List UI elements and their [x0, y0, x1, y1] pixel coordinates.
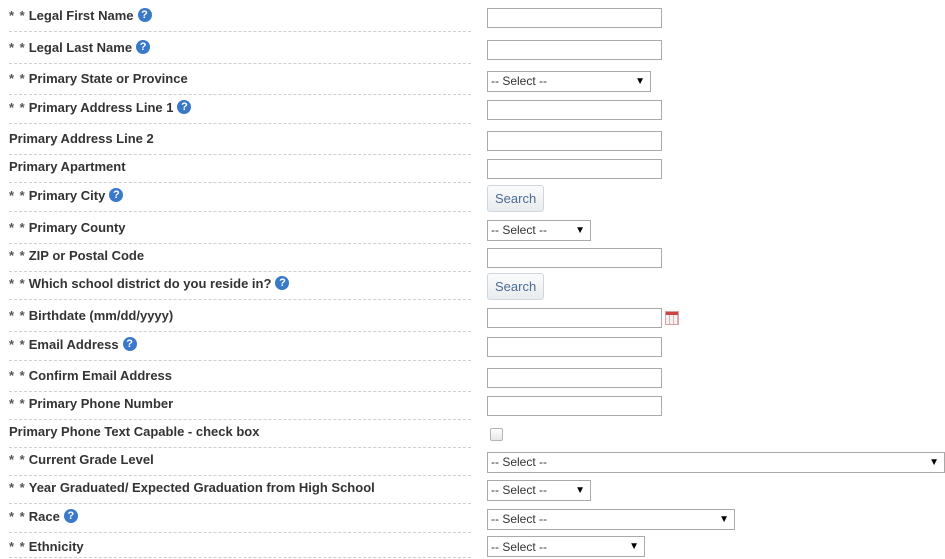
label-email: * * Email Address? — [9, 333, 471, 361]
legal-first-name-input[interactable] — [487, 8, 662, 28]
birthdate-input[interactable] — [487, 308, 662, 328]
caret-down-icon: ▼ — [635, 75, 645, 87]
label-grade-level: * * Current Grade Level — [9, 448, 471, 476]
required-marker: * * — [9, 71, 26, 86]
required-marker: * * — [9, 396, 26, 411]
ethnicity-select[interactable]: -- Select -- ▼ — [487, 536, 645, 557]
label-address-line-1: * * Primary Address Line 1? — [9, 96, 471, 124]
help-icon[interactable]: ? — [137, 8, 152, 23]
required-marker: * * — [9, 100, 26, 115]
required-marker: * * — [9, 308, 26, 323]
caret-down-icon: ▼ — [575, 484, 585, 496]
registration-form: * * Legal First Name? * * Legal Last Name?… — [0, 0, 945, 558]
label-birthdate: * * Birthdate (mm/dd/yyyy) — [9, 304, 471, 332]
confirm-email-input[interactable] — [487, 368, 662, 388]
required-marker: * * — [9, 220, 26, 235]
required-marker: * * — [9, 40, 26, 55]
zip-input[interactable] — [487, 248, 662, 268]
required-marker: * * — [9, 248, 26, 263]
required-marker: * * — [9, 368, 26, 383]
required-marker: * * — [9, 8, 26, 23]
required-marker: * * — [9, 188, 26, 203]
help-icon[interactable]: ? — [63, 509, 78, 524]
help-icon[interactable]: ? — [177, 100, 192, 115]
label-phone: * * Primary Phone Number — [9, 392, 471, 420]
address-line-2-input[interactable] — [487, 131, 662, 151]
primary-state-select[interactable]: -- Select -- ▼ — [487, 70, 651, 92]
help-icon[interactable]: ? — [109, 188, 124, 203]
race-select[interactable]: -- Select -- ▼ — [487, 508, 735, 530]
label-race: * * Race? — [9, 505, 471, 533]
grade-level-select[interactable]: -- Select -- ▼ — [487, 451, 945, 473]
label-confirm-email: * * Confirm Email Address — [9, 364, 471, 392]
required-marker: * * — [9, 480, 26, 495]
label-legal-first-name: * * Legal First Name? — [9, 4, 471, 32]
help-icon[interactable]: ? — [136, 40, 151, 55]
address-line-1-input[interactable] — [487, 100, 662, 120]
label-school-district: * * Which school district do you reside i… — [9, 272, 471, 300]
required-marker: * * — [9, 539, 26, 554]
legal-last-name-input[interactable] — [487, 40, 662, 60]
calendar-icon[interactable] — [665, 311, 679, 325]
required-marker: * * — [9, 276, 26, 291]
label-address-line-2: Primary Address Line 2 — [9, 127, 471, 155]
text-capable-checkbox[interactable] — [490, 427, 503, 441]
caret-down-icon: ▼ — [929, 456, 939, 468]
required-marker: * * — [9, 452, 26, 467]
caret-down-icon: ▼ — [575, 224, 585, 236]
apartment-input[interactable] — [487, 159, 662, 179]
required-marker: * * — [9, 509, 26, 524]
label-county: * * Primary County — [9, 216, 471, 244]
label-year-graduated: * * Year Graduated/ Expected Graduation f… — [9, 476, 471, 504]
help-icon[interactable]: ? — [122, 337, 137, 352]
school-district-search-button[interactable]: Search — [487, 272, 545, 300]
label-apartment: Primary Apartment — [9, 155, 471, 183]
label-city: * * Primary City? — [9, 184, 471, 212]
county-select[interactable]: -- Select -- ▼ — [487, 219, 591, 241]
year-graduated-select[interactable]: -- Select -- ▼ — [487, 479, 591, 501]
label-legal-last-name: * * Legal Last Name? — [9, 36, 471, 64]
label-text-capable: Primary Phone Text Capable - check box — [9, 420, 471, 448]
required-marker: * * — [9, 337, 26, 352]
phone-input[interactable] — [487, 396, 662, 416]
label-primary-state: * * Primary State or Province — [9, 67, 471, 95]
caret-down-icon: ▼ — [719, 513, 729, 525]
label-zip: * * ZIP or Postal Code — [9, 244, 471, 272]
email-input[interactable] — [487, 337, 662, 357]
city-search-button[interactable]: Search — [487, 184, 545, 212]
help-icon[interactable]: ? — [275, 276, 290, 291]
label-ethnicity: * * Ethnicity — [9, 535, 471, 558]
caret-down-icon: ▼ — [629, 541, 639, 552]
